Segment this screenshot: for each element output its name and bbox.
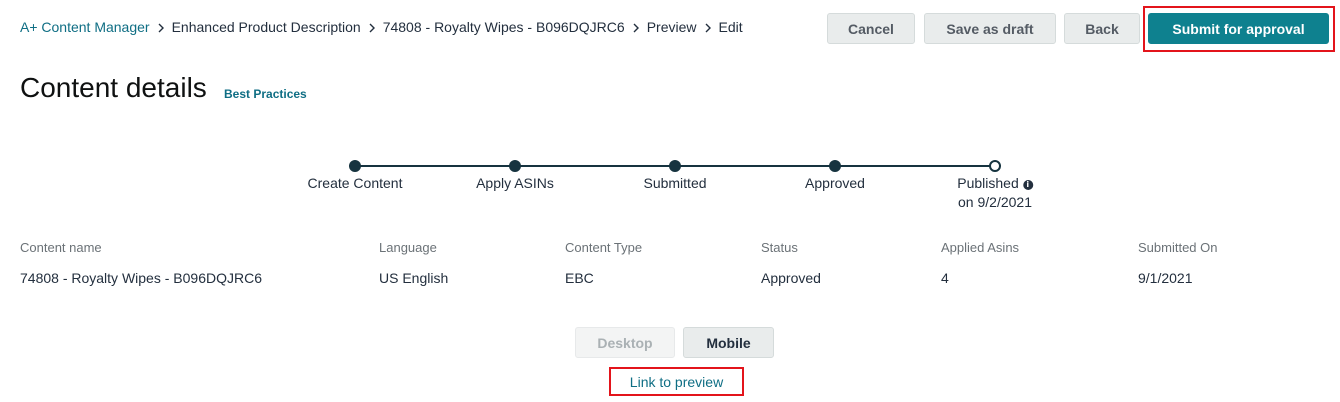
link-to-preview[interactable]: Link to preview: [630, 374, 723, 390]
info-icon[interactable]: i: [1022, 180, 1033, 190]
step-sublabel-published-date: on 9/2/2021: [958, 194, 1032, 210]
step-label-published-text: Published: [957, 175, 1019, 191]
step-dot-approved: [829, 160, 841, 172]
detail-value-submitted-on: 9/1/2021: [1138, 270, 1193, 286]
detail-value-applied-asins: 4: [941, 270, 949, 286]
detail-value-status: Approved: [761, 270, 821, 286]
detail-value-content-type: EBC: [565, 270, 594, 286]
detail-header-content-type: Content Type: [565, 240, 643, 255]
detail-header-submitted-on: Submitted On: [1138, 240, 1218, 255]
detail-header-content-name: Content name: [20, 240, 102, 255]
step-dot-apply-asins: [509, 160, 521, 172]
mobile-view-button[interactable]: Mobile: [683, 327, 774, 358]
detail-header-applied-asins: Applied Asins: [941, 240, 1020, 255]
step-dot-published: [989, 160, 1001, 172]
detail-value-language: US English: [379, 270, 449, 286]
detail-header-language: Language: [379, 240, 437, 255]
detail-header-status: Status: [761, 240, 798, 255]
step-label-approved: Approved: [805, 175, 865, 191]
step-label-apply-asins: Apply ASINs: [476, 175, 554, 191]
progress-stepper: Create Content Apply ASINs Submitted App…: [0, 0, 1340, 220]
step-dot-create-content: [349, 160, 361, 172]
step-label-create-content: Create Content: [307, 175, 403, 191]
preview-link-highlight-box: Link to preview: [609, 367, 744, 396]
step-label-published: Published i on 9/2/2021: [957, 174, 1033, 212]
desktop-view-button[interactable]: Desktop: [575, 327, 675, 358]
step-dot-submitted: [669, 160, 681, 172]
detail-value-content-name: 74808 - Royalty Wipes - B096DQJRC6: [20, 270, 262, 286]
step-label-submitted: Submitted: [643, 175, 707, 191]
